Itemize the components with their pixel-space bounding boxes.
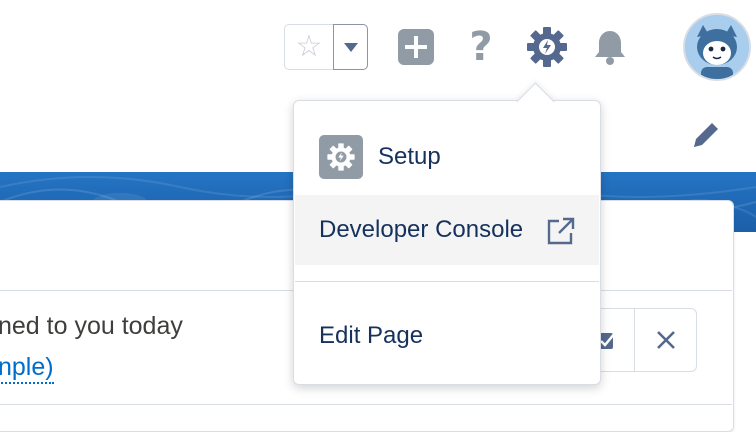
menu-divider xyxy=(295,281,599,282)
gear-icon xyxy=(319,135,363,179)
favorites-dropdown-button[interactable] xyxy=(333,24,368,70)
menu-item-label: Developer Console xyxy=(319,216,524,243)
edit-pencil-icon[interactable] xyxy=(688,117,724,153)
task-example-link[interactable]: nple) xyxy=(0,352,54,384)
menu-item-label: Setup xyxy=(378,143,441,170)
avatar[interactable] xyxy=(683,13,751,81)
setup-menu-dropdown: Setup Developer Console Edit Page xyxy=(293,100,601,385)
menu-item-edit-page[interactable]: Edit Page xyxy=(295,307,599,365)
close-icon xyxy=(657,331,675,349)
favorites-button-group: ☆ xyxy=(284,24,368,70)
help-icon[interactable]: ? xyxy=(459,24,503,70)
menu-item-setup[interactable]: Setup xyxy=(295,131,599,183)
favorites-star-icon[interactable]: ☆ xyxy=(285,25,333,69)
menu-item-developer-console[interactable]: Developer Console xyxy=(295,195,599,265)
chevron-down-icon xyxy=(343,42,358,52)
dismiss-task-button[interactable] xyxy=(634,309,697,371)
global-header: ☆ ? xyxy=(0,0,756,100)
notifications-bell-icon[interactable] xyxy=(588,25,632,69)
help-question-glyph: ? xyxy=(469,24,493,70)
menu-item-label: Edit Page xyxy=(319,322,424,349)
external-link-icon xyxy=(547,217,575,245)
setup-gear-icon[interactable] xyxy=(525,25,569,69)
card-divider xyxy=(0,404,732,405)
task-summary-text: ned to you today xyxy=(0,312,183,340)
global-actions-plus-icon[interactable] xyxy=(394,25,438,69)
